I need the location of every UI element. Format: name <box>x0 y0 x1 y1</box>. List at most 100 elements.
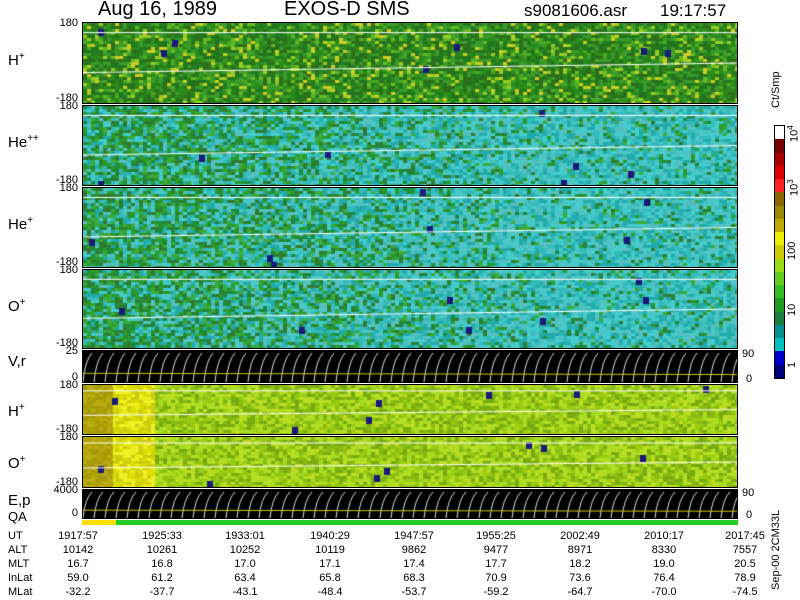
colorbar-swatch <box>775 179 784 193</box>
table-cell: 8971 <box>567 544 593 556</box>
colorbar-swatch <box>775 351 784 365</box>
table-row-label: UT <box>8 530 23 542</box>
panel-h_plus_2-species: H <box>8 402 19 420</box>
table-cell: 8330 <box>651 544 677 556</box>
table-cell: 7557 <box>732 544 758 556</box>
table-cell: -43.1 <box>232 586 258 598</box>
table-cell: -37.7 <box>149 586 175 598</box>
colorbar-swatch <box>775 165 784 179</box>
table-cell: 68.3 <box>403 572 425 584</box>
table-cell: 1940:29 <box>310 530 350 542</box>
panel-vr-ymax: 25 <box>65 345 78 357</box>
table-row-label: MLT <box>8 558 30 570</box>
panel-h_plus_2 <box>82 384 738 435</box>
panel-ep-ymax: 4000 <box>53 484 78 496</box>
colorbar-tick: 1 <box>786 361 798 368</box>
table-cell: 70.9 <box>485 572 507 584</box>
panel-he_plus-species: He <box>8 216 28 234</box>
table-cell: 59.0 <box>67 572 89 584</box>
table-cell: 65.8 <box>319 572 341 584</box>
panel-ep-image <box>83 490 737 518</box>
table-cell: 16.7 <box>67 558 89 570</box>
table-cell: 19.0 <box>653 558 675 570</box>
colorbar-swatch <box>775 364 784 378</box>
panel-vr-rmax: 90 <box>742 348 755 360</box>
table-cell: 17.0 <box>234 558 256 570</box>
table-cell: 18.2 <box>569 558 591 570</box>
panel-vr <box>82 350 738 383</box>
panel-h_plus_1-label: H+ <box>8 51 25 69</box>
table-cell: 76.4 <box>653 572 675 584</box>
panel-o_plus_2-ymax: 180 <box>59 431 78 443</box>
colorbar-swatch <box>775 205 784 219</box>
table-cell: 2017:45 <box>725 530 765 542</box>
panel-o_plus_1 <box>82 269 738 349</box>
panel-h_plus_1-charge: + <box>18 50 25 62</box>
panel-h_plus_1 <box>82 22 738 104</box>
table-cell: -70.0 <box>651 586 677 598</box>
table-cell: -32.2 <box>65 586 91 598</box>
panel-he_plus-charge: + <box>27 215 34 227</box>
panel-ep-rmax: 90 <box>742 487 755 499</box>
colorbar-swatch <box>775 245 784 259</box>
table-cell: 1947:57 <box>394 530 434 542</box>
panel-o_plus_1-species: O <box>8 298 20 315</box>
colorbar-swatch <box>775 324 784 338</box>
qa-label: QA <box>8 509 27 524</box>
colorbar-swatch <box>775 218 784 232</box>
panel-ep-label: E,p <box>8 492 31 509</box>
qa-bar <box>82 520 738 525</box>
panel-h_plus_1-image <box>83 23 737 103</box>
colorbar-tick-base: 10 <box>788 183 800 196</box>
panel-vr-label: V,r <box>8 353 26 370</box>
panel-he_pp-charge: ++ <box>27 133 39 145</box>
colorbar-swatch <box>775 258 784 272</box>
table-cell: 9477 <box>483 544 509 556</box>
table-row-label: InLat <box>8 572 33 584</box>
table-cell: -53.7 <box>401 586 427 598</box>
colorbar-swatch <box>775 285 784 299</box>
panel-h_plus_2-ymax: 180 <box>59 379 78 391</box>
colorbar-swatch <box>775 126 784 140</box>
table-cell: 2002:49 <box>560 530 600 542</box>
panel-o_plus_2-charge: + <box>19 454 26 466</box>
colorbar-tick: 10 <box>786 303 798 316</box>
table-cell: -48.4 <box>317 586 343 598</box>
panel-h_plus_2-image <box>83 385 737 434</box>
table-row-label: ALT <box>8 544 28 556</box>
panel-he_pp-label: He++ <box>8 133 39 151</box>
table-cell: 17.1 <box>319 558 341 570</box>
table-cell: -59.2 <box>483 586 509 598</box>
colorbar-tick: 103 <box>786 179 800 196</box>
colorbar <box>774 125 785 379</box>
colorbar-swatch <box>775 298 784 312</box>
colorbar-swatch <box>775 338 784 352</box>
file-name: s9081606.asr <box>524 1 628 20</box>
table-cell: 9862 <box>401 544 427 556</box>
panel-he_plus-label: He+ <box>8 215 33 233</box>
colorbar-swatch <box>775 232 784 246</box>
panel-ep-rmin: 0 <box>746 509 753 521</box>
table-cell: -74.5 <box>732 586 758 598</box>
panel-h_plus_1-species: H <box>8 51 19 69</box>
panel-ep-ymin: 0 <box>71 507 78 519</box>
colorbar-tick: 104 <box>786 125 800 142</box>
table-cell: 17.7 <box>485 558 507 570</box>
table-cell: 61.2 <box>151 572 173 584</box>
table-cell: 1933:01 <box>225 530 265 542</box>
version-label: Sep-00 2CM33L <box>770 509 782 590</box>
colorbar-swatch <box>775 271 784 285</box>
table-cell: 1917:57 <box>58 530 98 542</box>
panel-o_plus_1-charge: + <box>19 297 26 308</box>
panel-h_plus_2-label: H+ <box>8 402 25 420</box>
panel-he_pp <box>82 105 738 186</box>
table-cell: 1955:25 <box>476 530 516 542</box>
table-cell: -64.7 <box>567 586 593 598</box>
exos-d-sms-plot: { "header": { "date_label": "Aug 16, 198… <box>0 0 800 600</box>
panel-he_plus-ymax: 180 <box>59 182 78 194</box>
panel-o_plus_2 <box>82 436 738 488</box>
panel-h_plus_2-charge: + <box>18 401 25 413</box>
table-cell: 73.6 <box>569 572 591 584</box>
panel-vr-image <box>83 351 737 382</box>
panel-o_plus_2-species: O <box>8 455 20 473</box>
